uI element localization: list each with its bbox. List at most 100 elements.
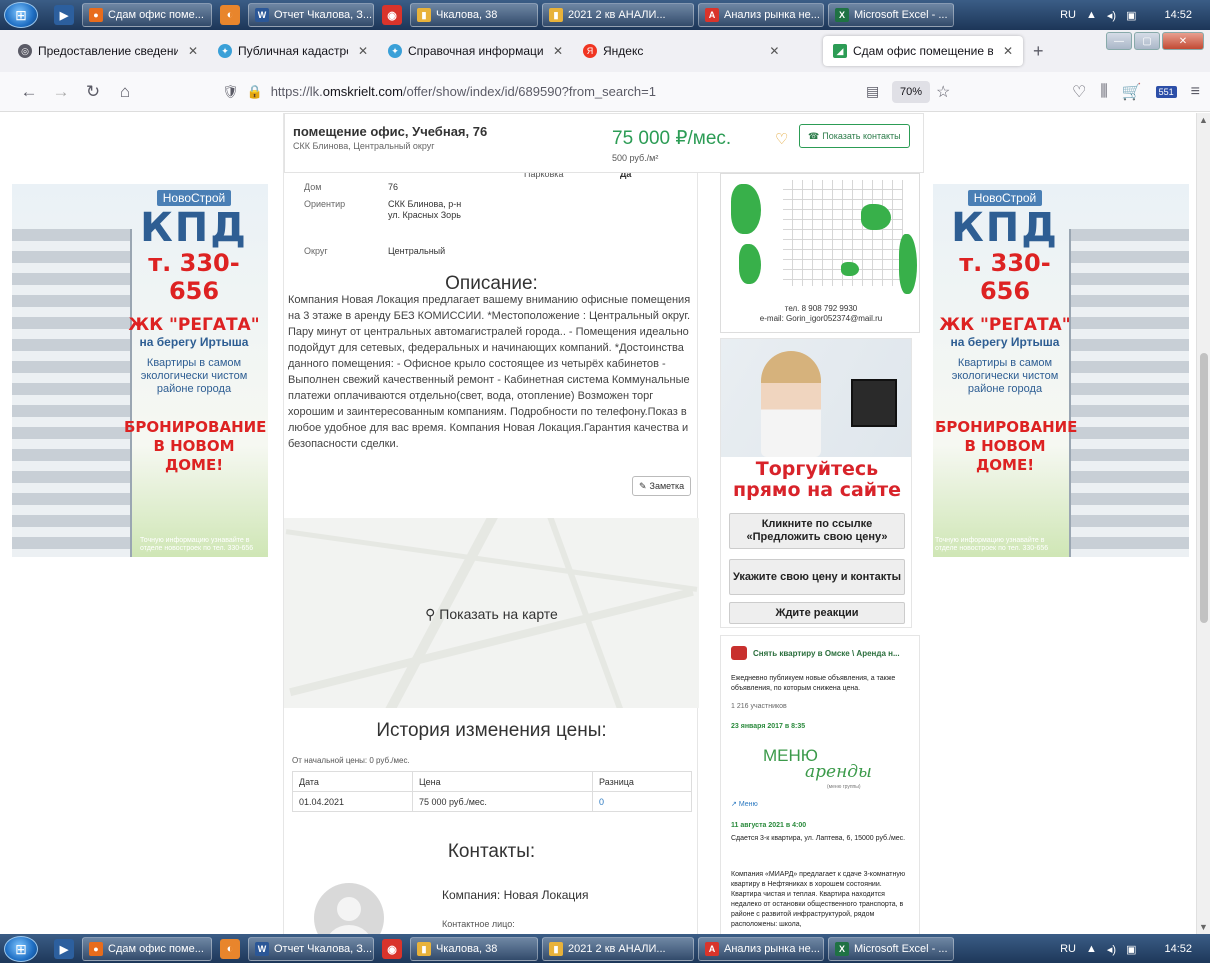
shield-icon[interactable]: 🛡	[222, 84, 239, 100]
close-tab-icon[interactable]: ✕	[188, 44, 198, 58]
folder-icon: ▮	[417, 942, 431, 956]
menu-logo[interactable]: МЕНЮ аренды (меню группы)	[763, 746, 883, 792]
language-indicator[interactable]: RU	[1060, 943, 1076, 955]
scrollbar-thumb[interactable]	[1200, 353, 1208, 623]
novostroy-ad-left[interactable]: НовоСтрой КПД т. 330-656 ЖК "РЕГАТА" на …	[12, 184, 268, 557]
folder-icon: ▮	[549, 8, 563, 22]
close-window-icon[interactable]: ✕	[1162, 32, 1204, 50]
address-bar[interactable]: 🛡 🔒 https://lk. omskrielt.com/offer/show/…	[222, 77, 962, 107]
avatar	[314, 883, 384, 934]
map-preview[interactable]: ⚲ Показать на карте	[284, 518, 699, 708]
close-tab-icon[interactable]: ✕	[1003, 44, 1013, 58]
price-history-table: Дата Цена Разница 01.04.2021 75 000 руб.…	[292, 771, 692, 812]
new-tab-button[interactable]: +	[1023, 36, 1054, 66]
favorite-heart-icon[interactable]: ♡	[775, 130, 788, 148]
cadastral-icon: ✦	[388, 44, 402, 58]
forward-icon[interactable]: →	[46, 77, 76, 107]
taskbar-item-folder-2[interactable]: ▮ 2021 2 кв АНАЛИ...	[542, 937, 694, 961]
web-page: НовоСтрой КПД т. 330-656 ЖК "РЕГАТА" на …	[0, 113, 1196, 934]
listing-price: 75 000 ₽/мес.	[612, 128, 732, 149]
tab-cadastral-map[interactable]: ✦Публичная кадастровая карта✕	[208, 36, 378, 66]
close-tab-icon[interactable]: ✕	[553, 44, 563, 58]
reader-view-icon[interactable]: ▤	[866, 83, 879, 100]
tab-rosreestr[interactable]: ◎Предоставление сведений из✕	[8, 36, 208, 66]
maximize-icon[interactable]: ▢	[1134, 32, 1160, 50]
vk-group-title[interactable]: Снять квартиру в Омске \ Аренда н...	[731, 646, 900, 660]
home-icon[interactable]: ⌂	[110, 77, 140, 107]
media-player-icon[interactable]: ▶	[54, 939, 74, 959]
plan-green-area	[841, 262, 859, 276]
map-road	[289, 587, 694, 697]
chrome-icon[interactable]: ◉	[382, 939, 402, 959]
taskbar-item-excel[interactable]: X Microsoft Excel - ...	[828, 937, 954, 961]
volume-icon[interactable]: ◂)	[1107, 943, 1116, 956]
library-icon[interactable]: ⫼	[1100, 83, 1107, 101]
taskbar-item-folder-2[interactable]: ▮ 2021 2 кв АНАЛИ...	[542, 3, 694, 27]
show-on-map-link[interactable]: ⚲ Показать на карте	[284, 606, 699, 623]
reload-icon[interactable]: ↻	[78, 77, 108, 107]
taskbar-item-folder[interactable]: ▮ Чкалова, 38	[410, 937, 538, 961]
table-row: 01.04.2021 75 000 руб./мес. 0	[292, 791, 692, 812]
chrome-icon[interactable]: ◉	[382, 5, 402, 25]
quick-launch-icon[interactable]: ◐	[220, 5, 240, 25]
clock[interactable]: 14:52	[1164, 9, 1192, 21]
novostroy-ad-right[interactable]: НовоСтрой КПД т. 330-656 ЖК "РЕГАТА" на …	[933, 184, 1189, 557]
taskbar-item-folder[interactable]: ▮ Чкалова, 38	[410, 3, 538, 27]
note-button[interactable]: ✎ Заметка	[632, 476, 692, 496]
back-icon[interactable]: ←	[14, 77, 44, 107]
scroll-down-icon[interactable]: ▼	[1199, 922, 1208, 932]
tab-reference-info[interactable]: ✦Справочная информация по✕	[378, 36, 573, 66]
quick-launch-icon[interactable]: ◐	[220, 939, 240, 959]
taskbar-item-browser[interactable]: ● Сдам офис поме...	[82, 937, 212, 961]
pocket-icon[interactable]: ♡	[1072, 82, 1086, 102]
minimize-icon[interactable]: —	[1106, 32, 1132, 50]
media-player-icon[interactable]: ▶	[54, 5, 74, 25]
close-tab-icon[interactable]: ✕	[358, 44, 368, 58]
ad-desc: Квартиры в самом экологически чистом рай…	[951, 357, 1059, 395]
vk-menu-link[interactable]: ↗ Меню	[731, 800, 758, 808]
tray-arrow-icon[interactable]: ▲	[1086, 9, 1097, 21]
taskbar-item-word[interactable]: W Отчет Чкалова, З...	[248, 3, 374, 27]
tab-yandex[interactable]: Я Яндекс ✕	[573, 36, 823, 66]
network-icon[interactable]: ▣	[1126, 9, 1136, 22]
page-scrollbar[interactable]: ▲ ▼	[1196, 113, 1210, 934]
network-icon[interactable]: ▣	[1126, 943, 1136, 956]
bookmark-star-icon[interactable]: ☆	[936, 82, 950, 102]
vk-members-count: 1 216 участников	[731, 703, 787, 710]
vk-group-desc: Ежедневно публикуем новые объявления, а …	[731, 675, 896, 692]
bargain-ad[interactable]: Торгуйтесь прямо на сайте Кликните по сс…	[720, 338, 912, 628]
ad-cta: БРОНИРОВАНИЕ В НОВОМ ДОМЕ!	[124, 418, 267, 474]
clock[interactable]: 14:52	[1164, 943, 1192, 955]
taskbar-item-excel[interactable]: X Microsoft Excel - ...	[828, 3, 954, 27]
start-button[interactable]: ⊞	[4, 936, 38, 962]
vk-post-date: 11 августа 2021 в 4:00	[731, 822, 807, 829]
ad-logo: НовоСтрой	[156, 190, 232, 206]
tab-omskrielt[interactable]: ◢Сдам офис помещение в Ом✕	[823, 36, 1023, 66]
close-tab-icon[interactable]: ✕	[769, 44, 779, 58]
language-indicator[interactable]: RU	[1060, 9, 1076, 21]
column-header: Цена	[412, 771, 593, 792]
land-plan-ad[interactable]: тел. 8 908 792 9930 e-mail: Gorin_igor052…	[720, 173, 920, 333]
taskbar-item-browser[interactable]: ● Сдам офис поме...	[82, 3, 212, 27]
extension-badge[interactable]: 551	[1155, 85, 1177, 98]
column-header: Разница	[592, 771, 692, 792]
start-button[interactable]: ⊞	[4, 2, 38, 28]
lock-icon[interactable]: 🔒	[247, 84, 263, 100]
volume-icon[interactable]: ◂)	[1107, 9, 1116, 22]
firefox-icon: ●	[89, 8, 103, 22]
ad-desc: Квартиры в самом экологически чистом рай…	[140, 357, 248, 395]
taskbar-item-pdf[interactable]: A Анализ рынка не...	[698, 3, 824, 27]
taskbar-item-pdf[interactable]: A Анализ рынка не...	[698, 937, 824, 961]
rosreestr-icon: ◎	[18, 44, 32, 58]
scroll-up-icon[interactable]: ▲	[1199, 115, 1208, 125]
building-image	[12, 229, 132, 557]
zoom-level[interactable]: 70%	[892, 80, 931, 103]
cart-icon[interactable]: 🛒	[1122, 82, 1142, 102]
system-tray: RU ▲ ◂) ▣ 14:52	[1060, 943, 1210, 956]
tray-arrow-icon[interactable]: ▲	[1086, 943, 1097, 955]
yandex-icon: Я	[583, 44, 597, 58]
menu-icon[interactable]: ≡	[1191, 83, 1200, 101]
table-cell: 75 000 руб./мес.	[412, 791, 593, 812]
taskbar-item-word[interactable]: W Отчет Чкалова, З...	[248, 937, 374, 961]
show-contacts-button[interactable]: ☎ Показать контакты	[799, 124, 910, 148]
